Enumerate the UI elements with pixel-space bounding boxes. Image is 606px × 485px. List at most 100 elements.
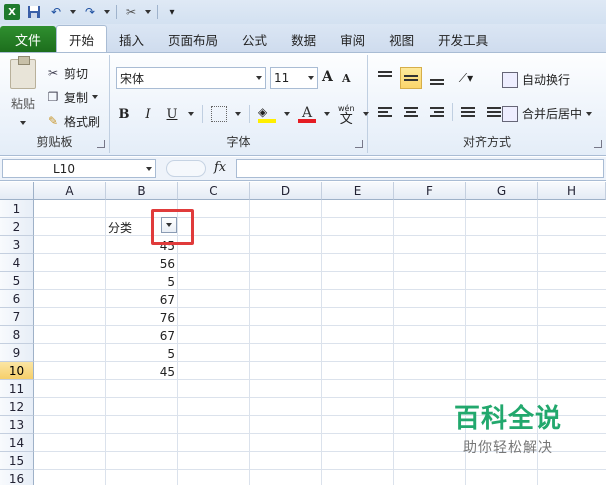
column-header-c[interactable]: C bbox=[178, 182, 250, 200]
cell-b5[interactable]: 5 bbox=[107, 273, 175, 291]
cell-b9[interactable]: 5 bbox=[107, 345, 175, 363]
customize-icon[interactable]: ▾ bbox=[164, 4, 180, 20]
font-size-select[interactable]: 11 bbox=[270, 67, 318, 89]
borders-icon[interactable] bbox=[211, 106, 227, 122]
align-left-icon[interactable] bbox=[374, 101, 396, 123]
clipboard-group: 粘贴 ✂ 剪切 ❐ 复制 ✎ 格式刷 剪贴板 bbox=[0, 55, 110, 153]
column-header-a[interactable]: A bbox=[34, 182, 106, 200]
row-header[interactable]: 1 bbox=[0, 200, 34, 218]
redo-dropdown-icon[interactable] bbox=[104, 10, 110, 14]
column-header-g[interactable]: G bbox=[466, 182, 538, 200]
tab-page-layout[interactable]: 页面布局 bbox=[156, 26, 230, 52]
wrap-text-label: 自动换行 bbox=[522, 73, 571, 87]
tab-file[interactable]: 文件 bbox=[0, 26, 56, 52]
tab-view[interactable]: 视图 bbox=[377, 26, 426, 52]
merge-center-icon bbox=[502, 105, 518, 122]
row-header[interactable]: 9 bbox=[0, 344, 34, 362]
cell-b6[interactable]: 67 bbox=[107, 291, 175, 309]
align-center-icon[interactable] bbox=[400, 101, 422, 123]
column-header-e[interactable]: E bbox=[322, 182, 394, 200]
cell-b4[interactable]: 56 bbox=[107, 255, 175, 273]
row-header[interactable]: 12 bbox=[0, 398, 34, 416]
row-header[interactable]: 7 bbox=[0, 308, 34, 326]
align-right-icon[interactable] bbox=[426, 101, 448, 123]
copy-button[interactable]: ❐ 复制 bbox=[46, 85, 100, 109]
paste-dropdown[interactable] bbox=[6, 114, 40, 128]
highlight-box bbox=[151, 209, 194, 245]
column-header-d[interactable]: D bbox=[250, 182, 322, 200]
excel-logo-icon[interactable]: X bbox=[4, 4, 20, 20]
underline-dropdown-icon[interactable] bbox=[188, 112, 194, 116]
clipboard-launcher-icon[interactable] bbox=[97, 140, 105, 148]
font-group: 宋体 11 A A B I U ◈ A wén 文 字体 bbox=[110, 55, 369, 153]
font-group-label: 字体 bbox=[226, 135, 251, 149]
row-header[interactable]: 14 bbox=[0, 434, 34, 452]
tab-review[interactable]: 审阅 bbox=[328, 26, 377, 52]
clipboard-group-label: 剪贴板 bbox=[36, 135, 73, 149]
tools-dropdown-icon[interactable] bbox=[145, 10, 151, 14]
copy-dropdown-icon[interactable] bbox=[92, 95, 99, 99]
alignment-launcher-icon[interactable] bbox=[594, 140, 602, 148]
tab-data[interactable]: 数据 bbox=[279, 26, 328, 52]
grow-font-button[interactable]: A bbox=[322, 69, 333, 85]
wrap-text-button[interactable]: 自动换行 bbox=[502, 71, 570, 88]
row-header[interactable]: 15 bbox=[0, 452, 34, 470]
column-header-b[interactable]: B bbox=[106, 182, 178, 200]
bottom-align-icon[interactable] bbox=[426, 67, 448, 89]
select-all-corner[interactable] bbox=[0, 182, 34, 200]
save-icon[interactable] bbox=[26, 4, 42, 20]
bold-button[interactable]: B bbox=[116, 107, 132, 122]
row-header-active[interactable]: 10 bbox=[0, 362, 34, 380]
fill-color-dropdown-icon[interactable] bbox=[284, 112, 290, 116]
tab-formulas[interactable]: 公式 bbox=[230, 26, 279, 52]
italic-button[interactable]: I bbox=[140, 107, 156, 122]
row-header[interactable]: 8 bbox=[0, 326, 34, 344]
quick-access-toolbar: X ↶ ↷ ✂ ▾ bbox=[0, 0, 606, 24]
font-color-dropdown-icon[interactable] bbox=[324, 112, 330, 116]
tab-home[interactable]: 开始 bbox=[56, 25, 108, 52]
name-box[interactable]: L10 bbox=[2, 159, 156, 178]
formula-bar-handle[interactable] bbox=[166, 160, 206, 177]
cell-b10[interactable]: 45 bbox=[107, 363, 175, 381]
font-launcher-icon[interactable] bbox=[355, 140, 363, 148]
format-painter-button[interactable]: ✎ 格式刷 bbox=[46, 109, 100, 133]
decrease-indent-icon[interactable] bbox=[457, 101, 479, 123]
tab-developer[interactable]: 开发工具 bbox=[426, 26, 500, 52]
tools-icon[interactable]: ✂ bbox=[123, 4, 139, 20]
phonetic-button[interactable]: wén 文 bbox=[338, 103, 355, 126]
orientation-icon[interactable]: ⟋▾ bbox=[452, 67, 480, 89]
borders-dropdown-icon[interactable] bbox=[235, 112, 241, 116]
merge-center-button[interactable]: 合并后居中 bbox=[502, 105, 593, 122]
undo-icon[interactable]: ↶ bbox=[48, 4, 64, 20]
row-header[interactable]: 16 bbox=[0, 470, 34, 485]
shrink-font-button[interactable]: A bbox=[342, 72, 351, 85]
formula-input[interactable] bbox=[236, 159, 604, 178]
tab-insert[interactable]: 插入 bbox=[107, 26, 156, 52]
underline-button[interactable]: U bbox=[164, 107, 180, 122]
chevron-down-icon[interactable] bbox=[146, 167, 152, 171]
column-header-h[interactable]: H bbox=[538, 182, 606, 200]
fill-color-button[interactable]: ◈ bbox=[258, 105, 276, 123]
top-align-icon[interactable] bbox=[374, 67, 396, 89]
watermark-title: 百科全说 bbox=[453, 404, 562, 434]
row-header[interactable]: 5 bbox=[0, 272, 34, 290]
cell-b8[interactable]: 67 bbox=[107, 327, 175, 345]
middle-align-icon[interactable] bbox=[400, 67, 422, 89]
insert-function-icon[interactable]: fx bbox=[214, 160, 226, 175]
row-header[interactable]: 2 bbox=[0, 218, 34, 236]
undo-dropdown-icon[interactable] bbox=[70, 10, 76, 14]
font-color-button[interactable]: A bbox=[298, 105, 316, 123]
cell-b2[interactable]: 分类 bbox=[108, 219, 132, 237]
merge-dropdown-icon[interactable] bbox=[586, 111, 593, 116]
row-header[interactable]: 4 bbox=[0, 254, 34, 272]
row-header[interactable]: 11 bbox=[0, 380, 34, 398]
cut-button[interactable]: ✂ 剪切 bbox=[46, 61, 100, 85]
row-header[interactable]: 13 bbox=[0, 416, 34, 434]
column-header-f[interactable]: F bbox=[394, 182, 466, 200]
row-header[interactable]: 3 bbox=[0, 236, 34, 254]
row-header[interactable]: 6 bbox=[0, 290, 34, 308]
redo-icon[interactable]: ↷ bbox=[82, 4, 98, 20]
font-name-select[interactable]: 宋体 bbox=[116, 67, 266, 89]
cell-b7[interactable]: 76 bbox=[107, 309, 175, 327]
paste-button[interactable]: 粘贴 bbox=[6, 56, 40, 133]
